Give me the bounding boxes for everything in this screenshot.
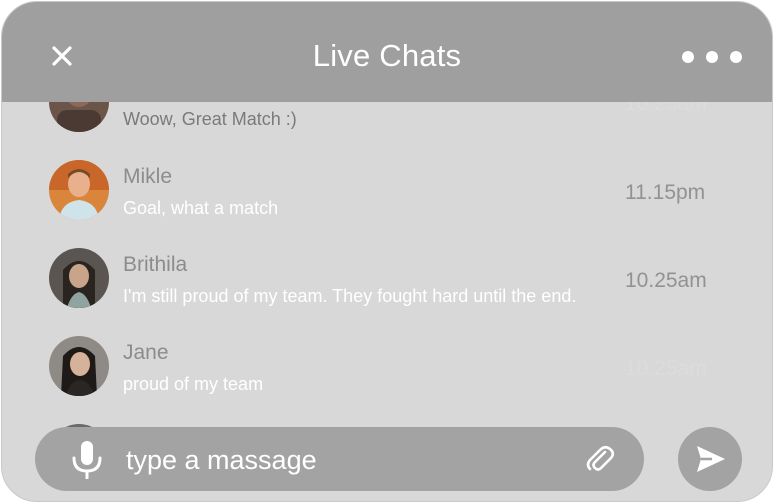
header-bar: Live Chats (2, 2, 772, 102)
attach-button[interactable] (585, 444, 615, 474)
chat-row[interactable]: Brithila I'm still proud of my team. The… (2, 248, 772, 336)
chat-name: Jane (123, 341, 169, 364)
paperclip-icon (586, 445, 615, 471)
chat-time: 10.25am (625, 269, 707, 292)
send-icon (697, 446, 725, 472)
more-options-button[interactable] (682, 48, 742, 66)
microphone-icon (72, 441, 102, 480)
avatar (49, 160, 109, 220)
message-input[interactable] (124, 437, 568, 483)
chat-message: I'm still proud of my team. They fought … (123, 286, 577, 306)
page-title: Live Chats (312, 38, 462, 73)
send-button[interactable] (678, 427, 742, 491)
chat-name: Brithila (123, 253, 188, 276)
chat-time: 11.15pm (625, 181, 706, 204)
more-dots-icon (706, 51, 718, 63)
chat-name: Mikle (123, 165, 173, 188)
chat-message: proud of my team (123, 374, 264, 394)
mic-button[interactable] (71, 441, 103, 480)
more-dots-icon (682, 51, 694, 63)
message-composer (35, 427, 644, 491)
avatar (49, 336, 109, 396)
chat-message: Goal, what a match (123, 198, 279, 218)
chat-row[interactable]: Jane proud of my team 10.25am (2, 336, 772, 424)
more-dots-icon (730, 51, 742, 63)
chat-time: 10.25am (625, 357, 707, 380)
chat-message: Woow, Great Match :) (123, 109, 297, 129)
chat-row[interactable]: Mikle Goal, what a match 11.15pm (2, 160, 772, 248)
live-chats-panel: 10.25am Woow, Great Match :) Mikle Goal,… (1, 1, 773, 502)
avatar (49, 248, 109, 308)
